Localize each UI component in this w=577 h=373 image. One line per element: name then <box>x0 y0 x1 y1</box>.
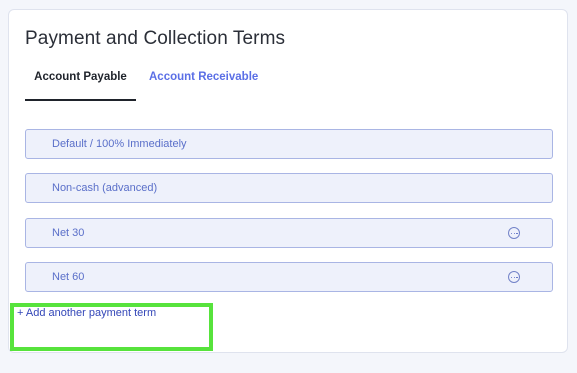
tab-bar: Account Payable Account Receivable <box>25 67 258 101</box>
payment-term-label: Net 60 <box>52 271 85 283</box>
payment-term-label: Default / 100% Immediately <box>52 138 187 150</box>
payment-term-label: Non-cash (advanced) <box>52 182 158 194</box>
add-payment-term-link[interactable]: + Add another payment term <box>17 307 156 319</box>
payment-term-net-30[interactable]: Net 30 <box>25 218 553 248</box>
payment-terms-card: Payment and Collection Terms Account Pay… <box>8 9 568 353</box>
more-options-icon[interactable] <box>508 227 520 239</box>
payment-term-label: Net 30 <box>52 227 85 239</box>
tab-account-payable[interactable]: Account Payable <box>25 67 136 101</box>
more-options-icon[interactable] <box>508 271 520 283</box>
tab-account-receivable[interactable]: Account Receivable <box>149 67 258 97</box>
card-title: Payment and Collection Terms <box>25 28 286 49</box>
payment-term-default[interactable]: Default / 100% Immediately <box>25 129 553 159</box>
payment-term-net-60[interactable]: Net 60 <box>25 262 553 292</box>
payment-term-non-cash[interactable]: Non-cash (advanced) <box>25 173 553 203</box>
